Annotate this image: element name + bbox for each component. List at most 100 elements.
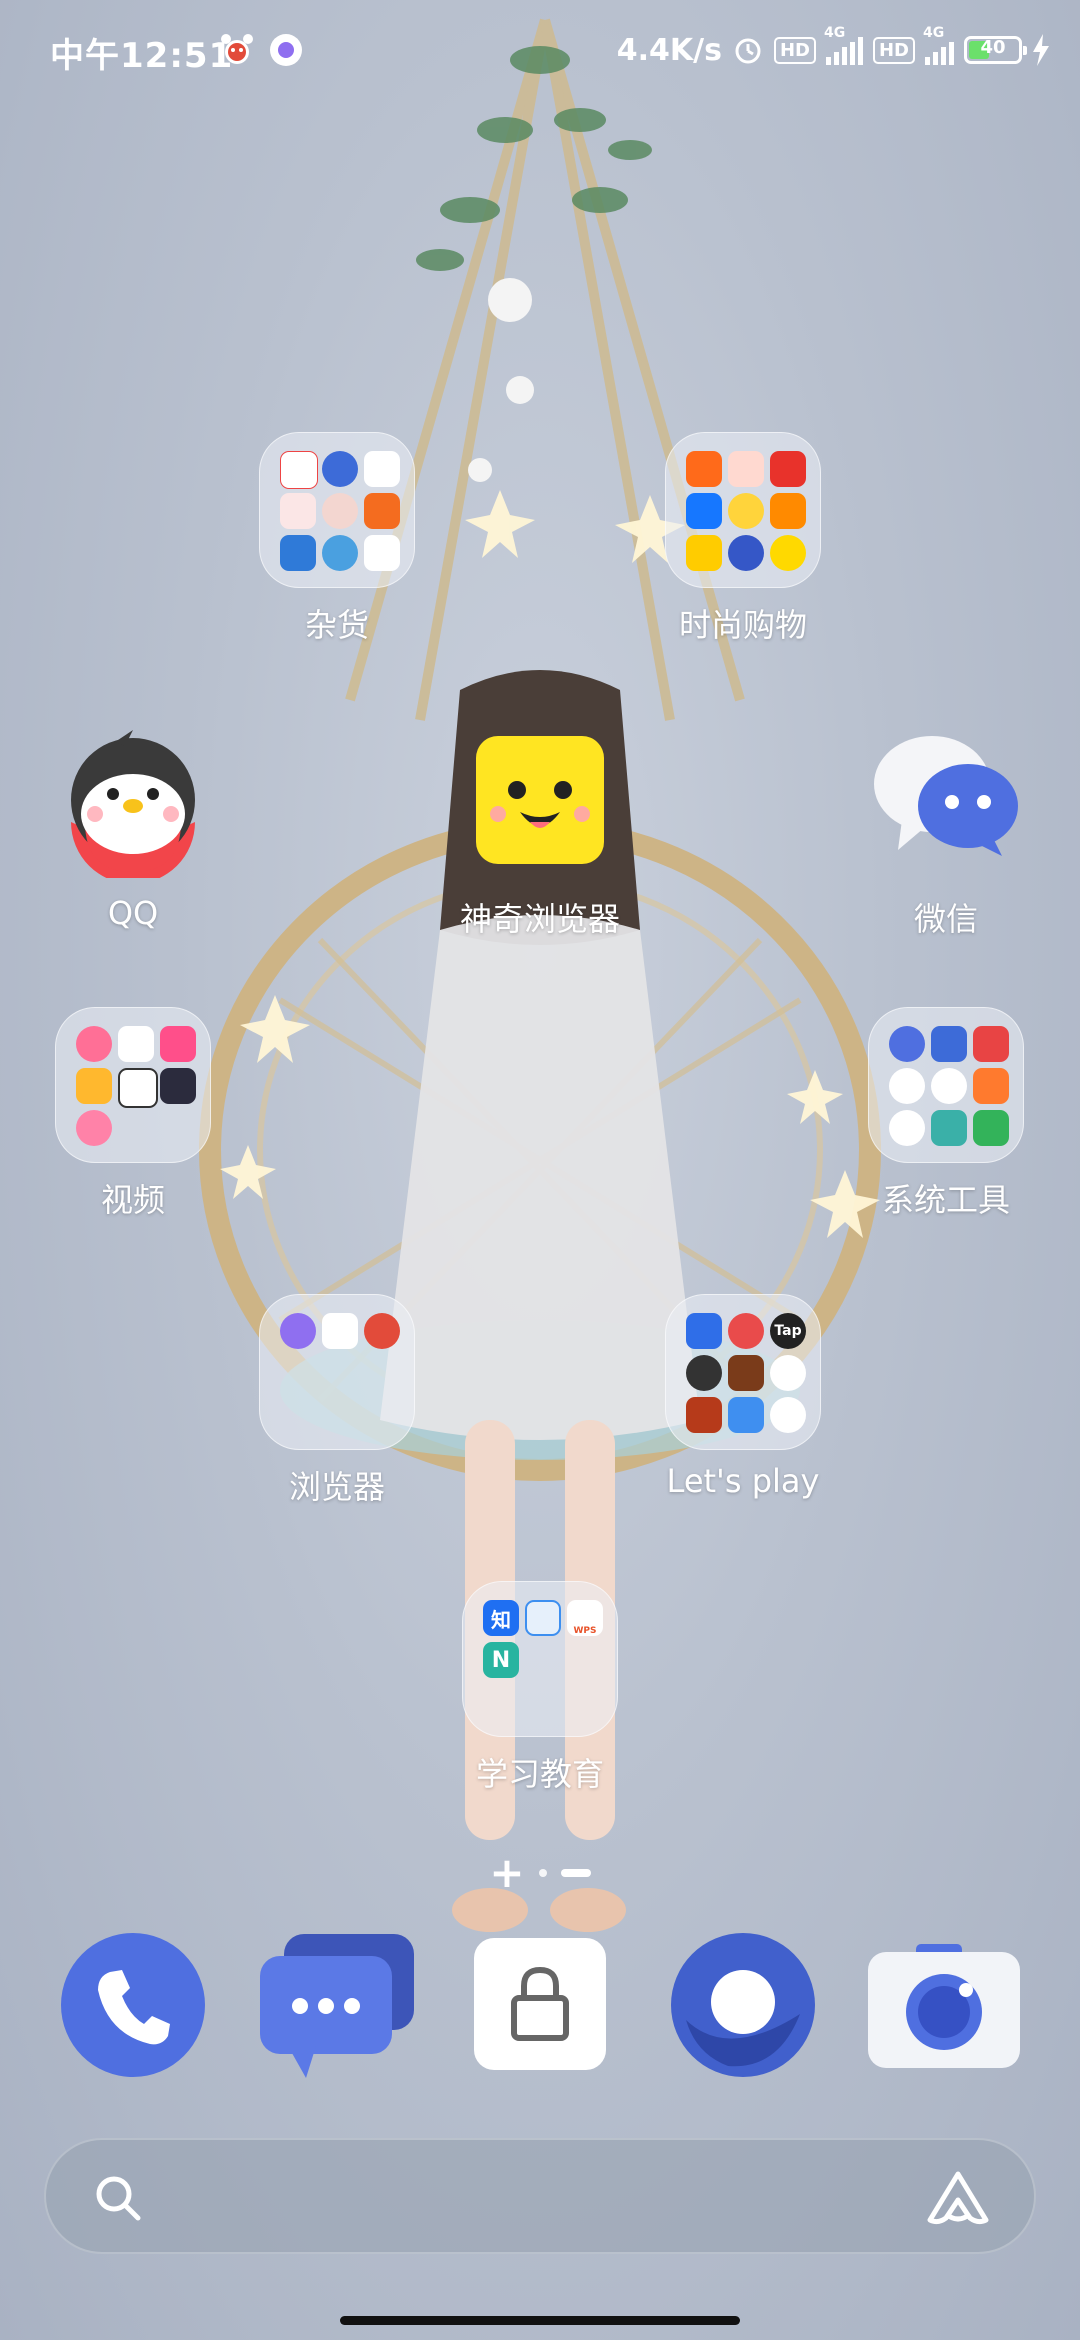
coupon-icon [770,493,806,529]
folder-video[interactable]: 视频 [38,1007,228,1221]
v-game-icon [770,1397,806,1433]
charging-icon [1033,34,1049,66]
search-icon [96,2176,141,2221]
folder-system-tools[interactable]: 系统工具 [851,1007,1041,1221]
magic-browser-icon [476,736,604,864]
baidu-icon [322,1313,358,1349]
net-speed: 4.4K/s [616,32,722,68]
crab-browser-icon [364,1313,400,1349]
app-wechat[interactable]: 微信 [851,722,1041,940]
notes-icon [973,1068,1009,1104]
assistant-icon[interactable] [926,2170,990,2226]
camera-icon [868,1944,1020,2068]
browser-icon [671,1933,815,2077]
game-char-icon [160,1068,196,1104]
folder-system-tools-label: 系统工具 [881,1181,1010,1219]
idlefish-icon [728,493,764,529]
zhihu-icon: 知 [483,1600,519,1636]
folder-shopping-preview [665,432,821,588]
mi-icon [364,493,400,529]
gamepad-icon [686,1313,722,1349]
browser-notification-icon [270,34,302,66]
search-bar[interactable] [44,2138,1036,2254]
folder-zahuo[interactable]: 杂货 [242,432,432,646]
dock-phone[interactable] [58,1930,208,2080]
rocket-icon [728,1397,764,1433]
jd-icon [728,535,764,571]
folder-shopping[interactable]: 时尚购物 [648,432,838,646]
taobao-icon [686,451,722,487]
panda-icon [770,1355,806,1391]
books-icon [525,1600,561,1636]
folder-study[interactable]: 知 WPS N 学习教育 [445,1581,635,1795]
play-arrow-icon [118,1026,154,1062]
tv-icon [118,1068,158,1108]
qq-label: QQ [107,894,159,932]
anime-icon [160,1026,196,1062]
status-right: 4.4K/s HD 4G HD 4G 40 [616,25,1050,74]
wechat-icon [874,736,1018,856]
stocks-icon [889,1068,925,1104]
magic-browser-label: 神奇浏览器 [459,900,620,938]
bilibili-pink-icon [76,1026,112,1062]
folder-shopping-label: 时尚购物 [678,606,807,644]
p-icon [76,1068,112,1104]
battery-icon: 40 [964,36,1027,64]
meituan-icon [686,535,722,571]
music-icon [364,451,400,487]
page-indicator[interactable]: + [0,1852,1080,1894]
wps-icon: WPS [567,1600,603,1636]
dock-lock[interactable] [472,1936,622,2086]
gift-icon [728,451,764,487]
folder-lets-play[interactable]: Tap Let's play [648,1294,838,1500]
hd-badge-2: HD [872,36,915,64]
mail-icon [973,1026,1009,1062]
maps-icon [280,451,318,489]
weather-icon [322,535,358,571]
notion-icon: N [483,1642,519,1678]
signal-icon-1: 4G [824,25,863,65]
scanner-icon [931,1110,967,1146]
dock-camera[interactable] [866,1930,1022,2080]
phone-icon [61,1933,205,2077]
railway-icon [322,493,358,529]
app-magic-browser[interactable]: 神奇浏览器 [445,722,635,940]
folder-video-label: 视频 [100,1181,165,1219]
home-indicator[interactable] [340,2316,740,2325]
hexagon-game-icon [686,1355,722,1391]
nfc-icon [280,535,316,571]
radio-icon [322,451,358,487]
folder-zahuo-preview [259,432,415,588]
folder-video-preview [55,1007,211,1163]
taptap-icon: Tap [770,1313,806,1349]
wechat-label: 微信 [913,900,978,938]
bilibili-icon [76,1110,112,1146]
page-dot[interactable] [538,1869,547,1877]
folder-lets-play-preview: Tap [665,1294,821,1450]
status-bar: 中午12:51 4.4K/s HD 4G HD 4G 40 [0,0,1080,100]
folder-browser[interactable]: 浏览器 [242,1294,432,1508]
alarm-icon [735,38,761,64]
crab-notification-icon [221,34,253,64]
app-qq[interactable]: QQ [38,722,228,932]
add-page-indicator[interactable]: + [489,1852,524,1894]
cloud-icon [364,535,400,571]
folder-study-preview: 知 WPS N [462,1581,618,1737]
calculator-icon [931,1026,967,1062]
status-time: 中午12:51 [50,36,234,76]
rpg-game-icon [686,1397,722,1433]
dock-messages[interactable] [258,1930,418,2080]
strategy-game-icon [728,1355,764,1391]
current-page-bar[interactable] [560,1869,591,1877]
signal-icon-2: 4G [923,25,954,65]
folder-browser-preview [259,1294,415,1450]
smile-icon [770,535,806,571]
qq-icon [71,730,195,884]
dock-browser[interactable] [668,1930,818,2080]
folder-lets-play-label: Let's play [666,1462,820,1500]
folder-system-tools-preview [868,1007,1024,1163]
recorder-icon [931,1068,967,1104]
folder-study-label: 学习教育 [475,1755,604,1793]
alipay-icon [686,493,722,529]
unicom-icon [280,493,316,529]
